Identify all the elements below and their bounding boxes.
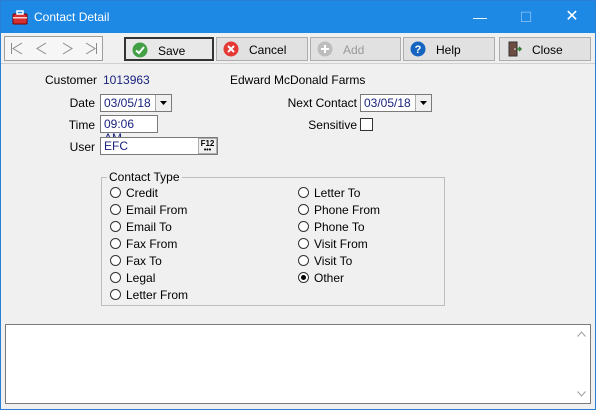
date-picker[interactable]: 03/05/18 xyxy=(100,94,172,112)
radio-label: Fax To xyxy=(126,254,162,268)
radio-label: Letter To xyxy=(314,186,361,200)
add-button[interactable]: Add xyxy=(310,37,401,61)
customer-label: Customer xyxy=(44,73,97,87)
date-dropdown-button[interactable] xyxy=(155,95,171,111)
date-value: 03/05/18 xyxy=(104,96,151,110)
radio-label: Visit From xyxy=(314,237,368,251)
notes-scrollbar[interactable] xyxy=(573,325,590,403)
last-record-icon xyxy=(85,42,97,55)
radio-dot xyxy=(110,289,121,300)
prev-record-button[interactable] xyxy=(30,37,54,60)
radio-label: Letter From xyxy=(126,288,189,302)
radio-dot-selected xyxy=(298,272,309,283)
radio-label: Other xyxy=(314,271,345,285)
contact-type-title: Contact Type xyxy=(107,170,182,184)
sensitive-checkbox[interactable] xyxy=(360,118,373,131)
date-label: Date xyxy=(69,96,95,110)
close-window-button[interactable]: ✕ xyxy=(549,1,595,33)
radio-visit-from[interactable]: Visit From xyxy=(298,237,458,251)
radio-label: Email From xyxy=(126,203,188,217)
help-label: Help xyxy=(436,43,461,57)
notes-textarea[interactable] xyxy=(5,324,591,404)
cancel-button[interactable]: Cancel xyxy=(216,37,308,61)
radio-label: Phone To xyxy=(314,220,365,234)
radio-dot xyxy=(110,187,121,198)
radio-dot xyxy=(110,272,121,283)
prev-record-icon xyxy=(36,42,47,55)
radio-dot xyxy=(298,255,309,266)
radio-credit[interactable]: Credit xyxy=(110,186,270,200)
chevron-down-icon xyxy=(160,101,167,105)
briefcase-icon xyxy=(12,10,28,25)
close-label: Close xyxy=(532,43,563,57)
title-bar: Contact Detail — ☐ ✕ xyxy=(1,1,595,33)
radio-label: Legal xyxy=(126,271,156,285)
first-record-icon xyxy=(11,42,23,55)
radio-letter-from[interactable]: Letter From xyxy=(110,288,270,302)
help-button[interactable]: ? Help xyxy=(403,37,495,61)
radio-dot xyxy=(298,204,309,215)
add-icon xyxy=(317,41,333,57)
user-lookup-button[interactable]: F12 ••• xyxy=(198,138,217,154)
time-field[interactable]: 09:06 AM xyxy=(100,115,158,145)
cancel-icon xyxy=(223,41,239,57)
radio-phone-from[interactable]: Phone From xyxy=(298,203,458,217)
radio-visit-to[interactable]: Visit To xyxy=(298,254,458,268)
radio-fax-to[interactable]: Fax To xyxy=(110,254,270,268)
radio-phone-to[interactable]: Phone To xyxy=(298,220,458,234)
maximize-button[interactable]: ☐ xyxy=(503,1,549,33)
radio-label: Phone From xyxy=(314,203,381,217)
radio-dot xyxy=(110,255,121,266)
door-exit-icon xyxy=(508,41,522,57)
radio-other[interactable]: Other xyxy=(298,271,458,285)
cancel-label: Cancel xyxy=(249,43,287,57)
customer-id: 1013963 xyxy=(103,73,150,87)
radio-label: Credit xyxy=(126,186,159,200)
radio-dot xyxy=(298,221,309,232)
radio-email-to[interactable]: Email To xyxy=(110,220,270,234)
radio-legal[interactable]: Legal xyxy=(110,271,270,285)
radio-email-from[interactable]: Email From xyxy=(110,203,270,217)
time-label: Time xyxy=(68,118,95,132)
radio-label: Visit To xyxy=(314,254,353,268)
radio-dot xyxy=(298,187,309,198)
window-title: Contact Detail xyxy=(34,10,110,24)
radio-dot xyxy=(110,204,121,215)
first-record-button[interactable] xyxy=(5,37,29,60)
next-record-button[interactable] xyxy=(55,37,79,60)
toolbar: Save Cancel Add ? Help Close xyxy=(1,33,595,64)
scroll-up-icon[interactable] xyxy=(577,331,586,337)
save-button[interactable]: Save xyxy=(124,37,214,61)
next-contact-label: Next Contact xyxy=(287,96,357,110)
svg-text:?: ? xyxy=(415,44,422,56)
close-button[interactable]: Close xyxy=(499,37,591,61)
next-record-icon xyxy=(62,42,73,55)
next-contact-value: 03/05/18 xyxy=(364,96,411,110)
help-icon: ? xyxy=(410,41,426,57)
sensitive-label: Sensitive xyxy=(308,118,357,132)
minimize-button[interactable]: — xyxy=(457,1,503,33)
radio-letter-to[interactable]: Letter To xyxy=(298,186,458,200)
radio-dot xyxy=(298,238,309,249)
scroll-down-icon[interactable] xyxy=(577,391,586,397)
radio-dot xyxy=(110,221,121,232)
chevron-down-icon xyxy=(420,101,427,105)
customer-name: Edward McDonald Farms xyxy=(230,73,366,87)
user-label: User xyxy=(69,140,95,154)
add-label: Add xyxy=(343,43,365,57)
radio-label: Email To xyxy=(126,220,172,234)
radio-dot xyxy=(110,238,121,249)
radio-label: Fax From xyxy=(126,237,178,251)
save-label: Save xyxy=(158,44,186,58)
contact-detail-window: Contact Detail — ☐ ✕ Save Cancel Add ? H… xyxy=(0,0,596,410)
radio-fax-from[interactable]: Fax From xyxy=(110,237,270,251)
record-navigator xyxy=(4,36,103,61)
checkmark-icon xyxy=(132,42,148,58)
ellipsis-icon: ••• xyxy=(203,147,212,154)
last-record-button[interactable] xyxy=(79,37,103,60)
next-contact-dropdown-button[interactable] xyxy=(415,95,431,111)
next-contact-picker[interactable]: 03/05/18 xyxy=(360,94,432,112)
